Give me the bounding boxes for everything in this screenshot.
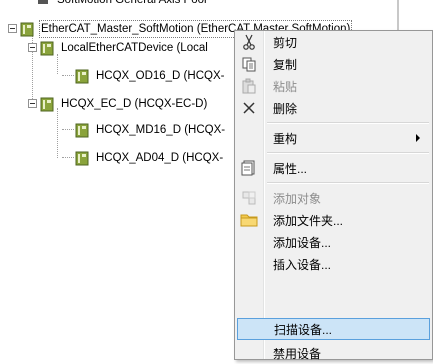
tree-item-hcqx-od16-d[interactable]: HCQX_OD16_D (HCQX- xyxy=(75,66,226,86)
menu-item-add-device[interactable]: 添加设备... xyxy=(237,231,430,253)
tree-item-local-ethercat-device[interactable]: LocalEtherCATDevice (Local xyxy=(40,38,210,58)
device-icon xyxy=(75,123,89,138)
properties-icon xyxy=(237,157,261,179)
device-icon xyxy=(75,151,89,166)
menu-item-copy[interactable]: 复制 xyxy=(237,53,430,75)
tree-item-softmotion-axis-pool[interactable]: SoftMotion General Axis Pool xyxy=(36,0,209,10)
menu-item-label: 重构 xyxy=(273,131,298,146)
menu-item-paste[interactable]: 粘贴 xyxy=(237,75,430,97)
collapse-toggle[interactable] xyxy=(8,24,17,33)
menu-item-label: 禁用设备 xyxy=(273,346,322,361)
menu-item-insert-device[interactable]: 插入设备... xyxy=(237,253,430,275)
device-icon xyxy=(75,69,89,84)
menu-item-add-object[interactable]: 添加对象 xyxy=(237,187,430,209)
tree-connector xyxy=(62,129,74,130)
device-icon xyxy=(40,97,54,112)
tree-item-label: HCQX_EC_D (HCQX-EC-D) xyxy=(61,98,208,110)
menu-item-label: 添加文件夹... xyxy=(273,213,344,228)
menu-item-label: 粘贴 xyxy=(273,79,298,94)
menu-item-label: 插入设备... xyxy=(273,257,332,272)
tree-item-hcqx-md16-d[interactable]: HCQX_MD16_D (HCQX- xyxy=(75,120,227,140)
menu-item-delete[interactable]: 删除 xyxy=(237,97,430,119)
axis-pool-icon xyxy=(36,0,50,8)
paste-icon xyxy=(237,75,261,97)
menu-item-add-folder[interactable]: 添加文件夹... xyxy=(237,209,430,231)
device-icon xyxy=(40,41,54,56)
device-icon xyxy=(20,22,34,37)
tree-connector xyxy=(57,108,58,158)
menu-item-properties[interactable]: 属性... xyxy=(237,157,430,179)
add-object-icon xyxy=(237,187,261,209)
delete-icon xyxy=(237,97,261,119)
tree-item-hcqx-ec-d[interactable]: HCQX_EC_D (HCQX-EC-D) xyxy=(40,94,209,114)
collapse-toggle[interactable] xyxy=(28,43,37,52)
tree-item-hcqx-ad04-d[interactable]: HCQX_AD04_D (HCQX- xyxy=(75,148,225,168)
menu-separator xyxy=(267,122,429,124)
menu-item-label: 删除 xyxy=(273,101,298,116)
tree-connector xyxy=(62,75,74,76)
menu-separator xyxy=(267,152,429,154)
menu-separator xyxy=(267,182,429,184)
menu-item-scan-devices[interactable]: 扫描设备... xyxy=(237,318,430,340)
menu-item-label: 剪切 xyxy=(273,35,298,50)
menu-item-refactor[interactable]: 重构 xyxy=(237,127,430,149)
menu-item-cut[interactable]: 剪切 xyxy=(237,31,430,53)
tree-connector xyxy=(62,157,74,158)
context-menu: 剪切 复制 粘贴 删除 重构 属性... 添加对象 添加文件夹... 添加设备.… xyxy=(234,30,433,361)
tree-item-label: HCQX_OD16_D (HCQX- xyxy=(96,70,225,82)
tree-item-label: HCQX_MD16_D (HCQX- xyxy=(96,124,226,136)
copy-icon xyxy=(237,53,261,75)
menu-item-label: 添加对象 xyxy=(273,191,322,206)
menu-item-label: 扫描设备... xyxy=(274,322,333,337)
folder-icon xyxy=(237,209,261,231)
collapse-toggle[interactable] xyxy=(28,99,37,108)
scissors-icon xyxy=(237,31,261,53)
submenu-arrow-icon xyxy=(416,134,420,142)
tree-item-label: HCQX_AD04_D (HCQX- xyxy=(96,152,224,164)
tree-item-label: SoftMotion General Axis Pool xyxy=(57,0,207,6)
menu-item-label: 属性... xyxy=(273,161,308,176)
menu-item-label: 添加设备... xyxy=(273,235,332,250)
menu-item-label: 复制 xyxy=(273,57,298,72)
tree-item-label: LocalEtherCATDevice (Local xyxy=(61,42,208,54)
menu-item-disable-device[interactable]: 禁用设备 xyxy=(237,342,430,364)
